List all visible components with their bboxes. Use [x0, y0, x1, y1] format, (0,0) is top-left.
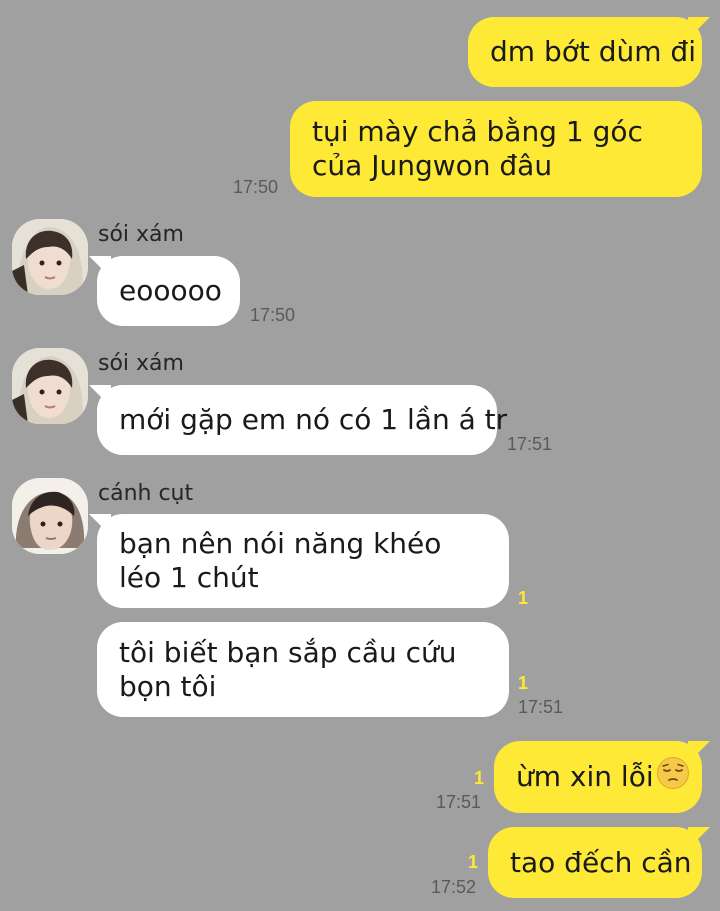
their-message-bubble[interactable]: bạn nên nói năng khéo léo 1 chút [97, 514, 509, 608]
message-text: mới gặp em nó có 1 lần á tr [119, 403, 508, 436]
message-text: eooooo [119, 274, 222, 307]
message-text: tụi mày chả bằng 1 góc của Jungwon đâu [312, 115, 643, 182]
avatar-photo-icon [12, 219, 88, 295]
avatar-canh-cut[interactable] [12, 478, 88, 554]
message-time: 17:50 [250, 305, 296, 325]
avatar-photo-icon [12, 478, 88, 554]
sender-name: cánh cụt [98, 481, 194, 506]
their-message-bubble[interactable]: mới gặp em nó có 1 lần á tr [97, 385, 507, 455]
my-message-bubble[interactable]: ừm xin lỗi [494, 741, 702, 813]
chat-room[interactable]: dm bớt dùm đi tụi mày chả bằng 1 góc của… [0, 0, 720, 911]
their-message-bubble[interactable]: tôi biết bạn sắp cầu cứu bọn tôi [97, 622, 509, 717]
unread-count: 1 [518, 588, 529, 608]
message-time: 17:51 [518, 697, 564, 717]
sender-name: sói xám [98, 222, 184, 247]
their-message-bubble[interactable]: eooooo [97, 256, 240, 326]
avatar-soi-xam[interactable] [12, 348, 88, 424]
message-time: 17:51 [507, 434, 553, 454]
message-time: 17:50 [233, 177, 279, 197]
avatar-soi-xam[interactable] [12, 219, 88, 295]
my-message-bubble[interactable]: tụi mày chả bằng 1 góc của Jungwon đâu [290, 101, 702, 197]
message-text: bạn nên nói năng khéo léo 1 chút [119, 527, 442, 594]
message-time: 17:52 [431, 877, 477, 897]
message-text: tao đếch cần [510, 845, 692, 879]
avatar-photo-icon [12, 348, 88, 424]
message-text: ừm xin lỗi [516, 760, 654, 793]
message-time: 17:51 [436, 792, 482, 812]
sender-name: sói xám [98, 351, 184, 376]
unread-count: 1 [518, 673, 529, 693]
pensive-face-icon [656, 756, 690, 798]
my-message-bubble[interactable]: dm bớt dùm đi [468, 17, 702, 87]
unread-count: 1 [468, 852, 479, 872]
message-text: tôi biết bạn sắp cầu cứu bọn tôi [119, 635, 457, 703]
my-message-bubble[interactable]: tao đếch cần [488, 827, 702, 898]
message-text: dm bớt dùm đi [490, 35, 696, 68]
unread-count: 1 [474, 768, 485, 788]
